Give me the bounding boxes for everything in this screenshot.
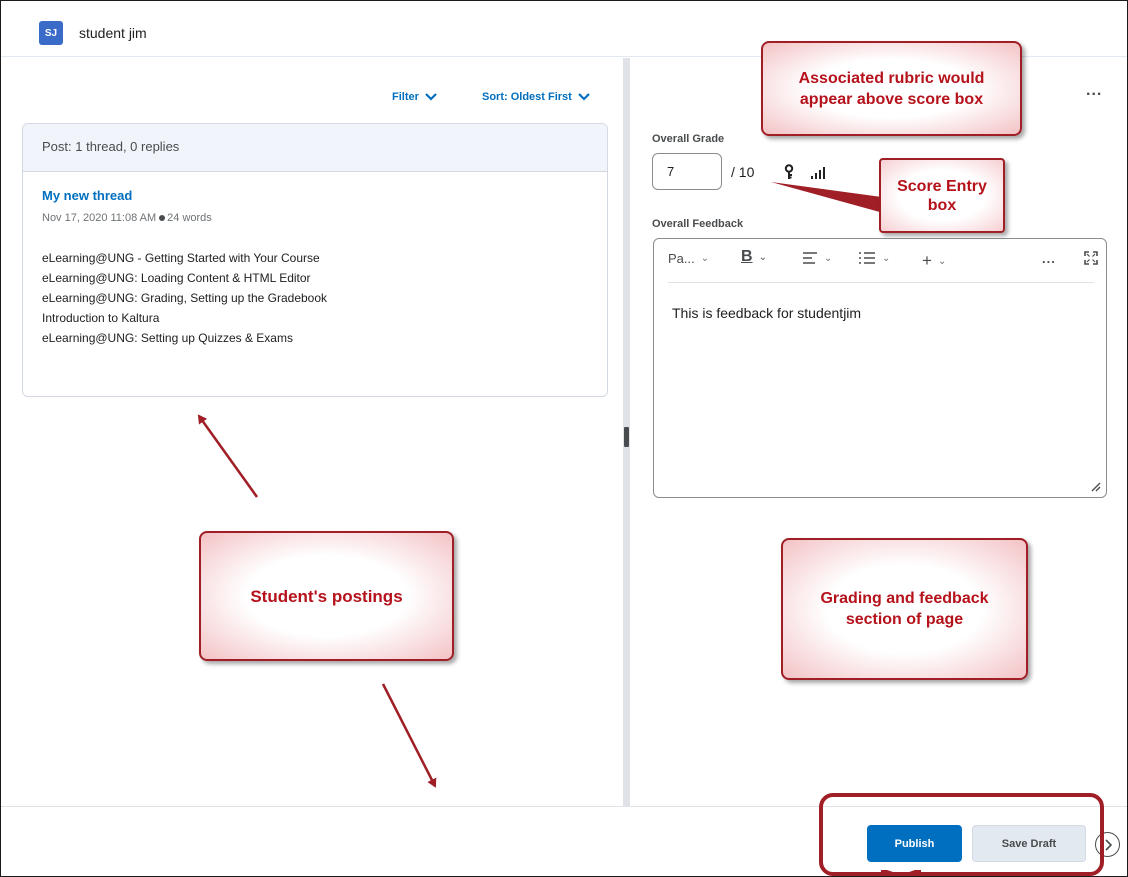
sort-label: Sort: Oldest First xyxy=(482,91,572,103)
chevron-down-icon: ⌄ xyxy=(937,255,947,267)
bold-button[interactable]: B ⌄ xyxy=(741,248,767,266)
callout-postings: Student's postings xyxy=(199,531,454,661)
align-button[interactable]: ⌄ xyxy=(802,251,832,265)
post-card: Post: 1 thread, 0 replies My new thread … xyxy=(22,123,608,397)
fullscreen-icon[interactable] xyxy=(1084,251,1098,265)
chevron-right-icon xyxy=(1104,838,1112,851)
bold-icon: B xyxy=(741,248,753,265)
thread-line: eLearning@UNG: Grading, Setting up the G… xyxy=(42,291,328,305)
chevron-down-icon: ⌄ xyxy=(824,252,833,264)
chevron-down-icon xyxy=(578,93,590,101)
student-postings-panel: Filter Sort: Oldest First Post: 1 thread… xyxy=(1,58,623,806)
avatar: SJ xyxy=(39,21,63,45)
paragraph-format-label: Pa... xyxy=(668,251,695,266)
score-out-of: / 10 xyxy=(731,164,755,180)
list-icon xyxy=(859,252,875,264)
thread-line: eLearning@UNG: Loading Content & HTML Ed… xyxy=(42,271,311,285)
feedback-editor[interactable]: Pa... ⌄ B ⌄ ⌄ ⌄ + ⌄ ... This is feedback… xyxy=(653,238,1107,498)
grading-window: SJ student jim Filter Sort: Oldest First… xyxy=(0,0,1128,877)
more-options-button[interactable]: ... xyxy=(1086,82,1102,100)
separator-dot xyxy=(159,214,166,221)
thread-title-link[interactable]: My new thread xyxy=(42,188,132,203)
chevron-down-icon: ⌄ xyxy=(700,253,710,264)
insert-button[interactable]: + ⌄ xyxy=(922,251,946,271)
chevron-down-icon: ⌄ xyxy=(758,251,767,263)
sort-button[interactable]: Sort: Oldest First xyxy=(482,91,590,103)
score-input[interactable] xyxy=(652,153,722,190)
key-icon[interactable] xyxy=(782,164,796,180)
callout-grading: Grading and feedback section of page xyxy=(781,538,1028,680)
more-tools-button[interactable]: ... xyxy=(1042,251,1056,266)
panel-divider[interactable] xyxy=(623,58,630,806)
thread-line: eLearning@UNG - Getting Started with You… xyxy=(42,251,320,265)
stats-icon[interactable] xyxy=(810,166,826,180)
student-name: student jim xyxy=(79,25,147,41)
plus-icon: + xyxy=(922,251,932,270)
thread-date: Nov 17, 2020 11:08 AM xyxy=(42,212,157,224)
resize-handle-icon[interactable] xyxy=(1089,480,1101,492)
align-left-icon xyxy=(803,252,817,264)
chevron-down-icon: ⌄ xyxy=(882,252,891,264)
post-summary: Post: 1 thread, 0 replies xyxy=(23,124,607,172)
thread-word-count: 24 words xyxy=(167,212,212,224)
chevron-down-icon xyxy=(425,93,437,101)
thread-line: Introduction to Kaltura xyxy=(42,311,160,325)
thread-line: eLearning@UNG: Setting up Quizzes & Exam… xyxy=(42,331,293,345)
feedback-text[interactable]: This is feedback for studentjim xyxy=(672,305,861,321)
filter-label: Filter xyxy=(392,91,419,103)
highlight-pointer xyxy=(881,870,921,876)
thread-meta: Nov 17, 2020 11:08 AM 24 words xyxy=(42,212,212,224)
footer-buttons-highlight xyxy=(819,793,1104,876)
overall-grade-label: Overall Grade xyxy=(652,133,725,145)
list-button[interactable]: ⌄ xyxy=(858,251,890,265)
editor-toolbar: Pa... ⌄ B ⌄ ⌄ ⌄ + ⌄ ... xyxy=(668,239,1098,283)
callout-rubric: Associated rubric would appear above sco… xyxy=(761,41,1022,136)
thread-body: eLearning@UNG - Getting Started with You… xyxy=(42,248,327,348)
divider-handle[interactable] xyxy=(624,427,629,447)
callout-score-entry: Score Entry box xyxy=(879,158,1005,233)
paragraph-format-dropdown[interactable]: Pa... ⌄ xyxy=(668,251,709,266)
filter-button[interactable]: Filter xyxy=(392,91,437,103)
overall-feedback-label: Overall Feedback xyxy=(652,218,744,230)
